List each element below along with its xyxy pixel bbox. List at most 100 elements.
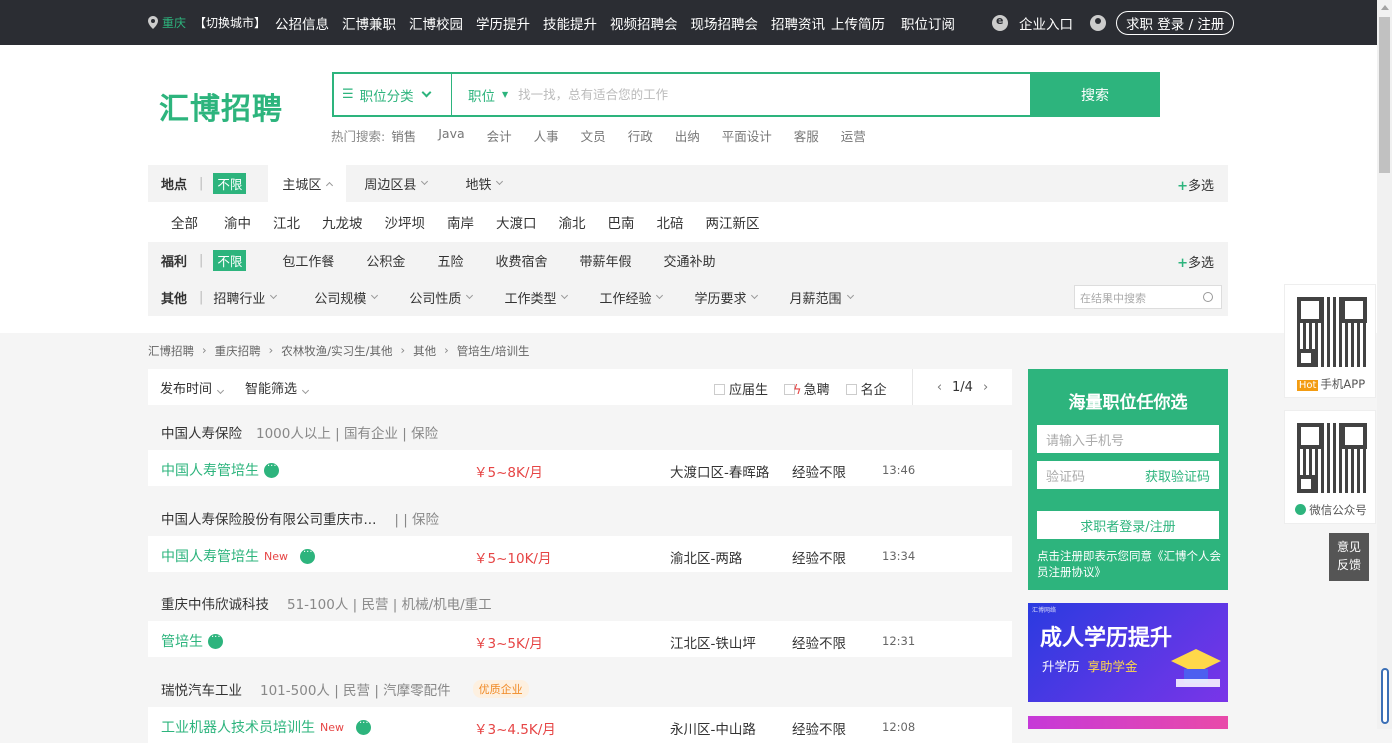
position-select[interactable]: 职位 ▼ <box>468 74 508 115</box>
job-card[interactable]: 中国人寿保险股份有限公司重庆市... | | 保险 中国人寿管培生 New ￥5~1… <box>148 500 1012 572</box>
chat-icon[interactable] <box>264 461 279 478</box>
district-option[interactable]: 沙坪坝 <box>385 212 426 232</box>
district-option[interactable]: 渝北 <box>559 212 586 232</box>
district-option[interactable]: 九龙坡 <box>322 212 363 232</box>
current-city[interactable]: 重庆 <box>162 14 186 31</box>
location-unlimited[interactable]: 不限 <box>213 173 247 194</box>
result-search-input[interactable]: 在结果中搜索 <box>1074 285 1222 309</box>
job-card[interactable]: 瑞悦汽车工业 101-500人 | 民营 | 汽摩零配件 优质企业 工业机器人技术员… <box>148 671 1012 743</box>
next-page-icon[interactable]: › <box>983 380 988 395</box>
phone-input[interactable]: 请输入手机号 <box>1037 425 1219 453</box>
location-option[interactable]: 主城区 <box>268 165 347 202</box>
location-switcher[interactable]: 重庆 【切换城市】 <box>148 14 266 31</box>
login-register-button[interactable]: 求职 登录 / 注册 <box>1116 11 1235 35</box>
feedback-button[interactable]: 意见 反馈 <box>1329 533 1369 581</box>
chat-icon[interactable] <box>208 632 223 649</box>
enterprise-entry-link[interactable]: 企业入口 <box>1019 13 1073 33</box>
district-option[interactable]: 大渡口 <box>496 212 537 232</box>
other-option[interactable]: 公司规模 <box>300 279 391 316</box>
category-dropdown[interactable]: ☰ 职位分类 <box>334 74 452 115</box>
promo-banner-2[interactable] <box>1028 716 1228 729</box>
benefit-option[interactable]: 收费宿舍 <box>481 242 561 279</box>
page-scrollbar[interactable] <box>1377 0 1392 729</box>
benefit-option[interactable]: 五险 <box>423 242 477 279</box>
seeker-login-button[interactable]: 求职者登录/注册 <box>1037 511 1219 539</box>
site-logo[interactable]: 汇博招聘 <box>159 84 283 128</box>
search-icon[interactable] <box>1203 292 1213 302</box>
job-title[interactable]: 工业机器人技术员培训生 <box>161 717 315 737</box>
district-option[interactable]: 北碚 <box>657 212 684 232</box>
benefit-option[interactable]: 包工作餐 <box>268 242 348 279</box>
other-option[interactable]: 公司性质 <box>395 279 486 316</box>
hot-keyword[interactable]: 人事 <box>534 126 559 145</box>
location-multi-select[interactable]: +多选 <box>1177 175 1214 194</box>
district-option[interactable]: 两江新区 <box>706 212 760 232</box>
scroll-up-icon[interactable] <box>1381 5 1389 10</box>
job-card[interactable]: 中国人寿保险 1000人以上 | 国有企业 | 保险 中国人寿管培生 ￥5~8K/… <box>148 414 1012 486</box>
hot-keyword[interactable]: 平面设计 <box>722 126 772 145</box>
company-name[interactable]: 瑞悦汽车工业 <box>161 679 242 699</box>
agreement-text[interactable]: 点击注册即表示您同意《汇博个人会员注册协议》 <box>1037 548 1221 580</box>
hot-keyword[interactable]: 行政 <box>628 126 653 145</box>
nav-link[interactable]: 公招信息 <box>275 13 329 33</box>
benefits-multi-select[interactable]: +多选 <box>1177 252 1214 271</box>
other-option[interactable]: 学历要求 <box>680 279 771 316</box>
search-input[interactable] <box>518 74 1030 115</box>
location-option[interactable]: 地铁 <box>451 165 516 202</box>
job-title[interactable]: 中国人寿管培生 <box>161 460 259 480</box>
nav-link[interactable]: 汇博兼职 <box>342 13 396 33</box>
location-option[interactable]: 周边区县 <box>350 165 441 202</box>
district-option[interactable]: 全部 <box>171 212 198 232</box>
job-title[interactable]: 管培生 <box>161 631 203 651</box>
hot-keyword[interactable]: 会计 <box>487 126 512 145</box>
upload-resume-link[interactable]: 上传简历 <box>831 13 885 33</box>
famous-checkbox[interactable]: 名企 <box>845 379 887 398</box>
other-option[interactable]: 月薪范围 <box>775 279 866 316</box>
breadcrumb-item[interactable]: 汇博招聘 <box>148 343 194 359</box>
benefits-unlimited[interactable]: 不限 <box>213 250 247 271</box>
app-qr-card[interactable]: Hot 手机APP <box>1284 284 1376 398</box>
job-card[interactable]: 重庆中伟欣诚科技 51-100人 | 民营 | 机械/机电/重工 管培生 ￥3~5… <box>148 585 1012 657</box>
company-name[interactable]: 重庆中伟欣诚科技 <box>161 593 269 613</box>
urgent-checkbox[interactable]: ϟ 急聘 <box>784 379 830 398</box>
hot-keyword[interactable]: 运营 <box>841 126 866 145</box>
publish-time-select[interactable]: 发布时间 <box>160 378 225 397</box>
company-name[interactable]: 中国人寿保险 <box>161 422 242 442</box>
other-option[interactable]: 招聘行业 <box>213 279 290 316</box>
job-title[interactable]: 中国人寿管培生 <box>161 546 259 566</box>
benefit-option[interactable]: 交通补助 <box>649 242 729 279</box>
breadcrumb-item[interactable]: 农林牧渔/实习生/其他 <box>281 343 392 359</box>
company-name[interactable]: 中国人寿保险股份有限公司重庆市... <box>161 508 376 528</box>
hot-keyword[interactable]: 出纳 <box>675 126 700 145</box>
other-option[interactable]: 工作类型 <box>490 279 581 316</box>
search-button[interactable]: 搜索 <box>1030 72 1160 117</box>
chat-icon[interactable] <box>356 718 371 735</box>
hot-keyword[interactable]: 文员 <box>581 126 606 145</box>
benefit-option[interactable]: 带薪年假 <box>565 242 645 279</box>
education-banner[interactable]: 汇博网络 成人学历提升 升学历 享助学金 <box>1028 603 1228 702</box>
nav-link[interactable]: 招聘资讯 <box>771 13 825 33</box>
code-input[interactable]: 验证码 获取验证码 <box>1037 461 1219 489</box>
district-option[interactable]: 巴南 <box>608 212 635 232</box>
switch-city-link[interactable]: 【切换城市】 <box>194 14 266 31</box>
hot-keyword[interactable]: Java <box>438 126 464 145</box>
breadcrumb-item[interactable]: 其他 <box>413 343 436 359</box>
fresh-grad-checkbox[interactable]: 应届生 <box>714 379 768 398</box>
smart-filter-select[interactable]: 智能筛选 <box>245 378 310 397</box>
district-option[interactable]: 渝中 <box>224 212 251 232</box>
other-option[interactable]: 工作经验 <box>585 279 676 316</box>
nav-link[interactable]: 汇博校园 <box>409 13 463 33</box>
nav-link[interactable]: 视频招聘会 <box>610 13 678 33</box>
wechat-qr-card[interactable]: 微信公众号 <box>1284 410 1376 524</box>
hot-keyword[interactable]: 销售 <box>391 126 416 145</box>
breadcrumb-item[interactable]: 重庆招聘 <box>215 343 261 359</box>
prev-page-icon[interactable]: ‹ <box>937 380 942 395</box>
chat-icon[interactable] <box>300 547 315 564</box>
district-option[interactable]: 南岸 <box>447 212 474 232</box>
nav-link[interactable]: 学历提升 <box>476 13 530 33</box>
nav-link[interactable]: 现场招聘会 <box>691 13 759 33</box>
nav-link[interactable]: 技能提升 <box>543 13 597 33</box>
job-subscribe-link[interactable]: 职位订阅 <box>901 13 955 33</box>
scroll-thumb[interactable] <box>1379 17 1390 173</box>
district-option[interactable]: 江北 <box>273 212 300 232</box>
